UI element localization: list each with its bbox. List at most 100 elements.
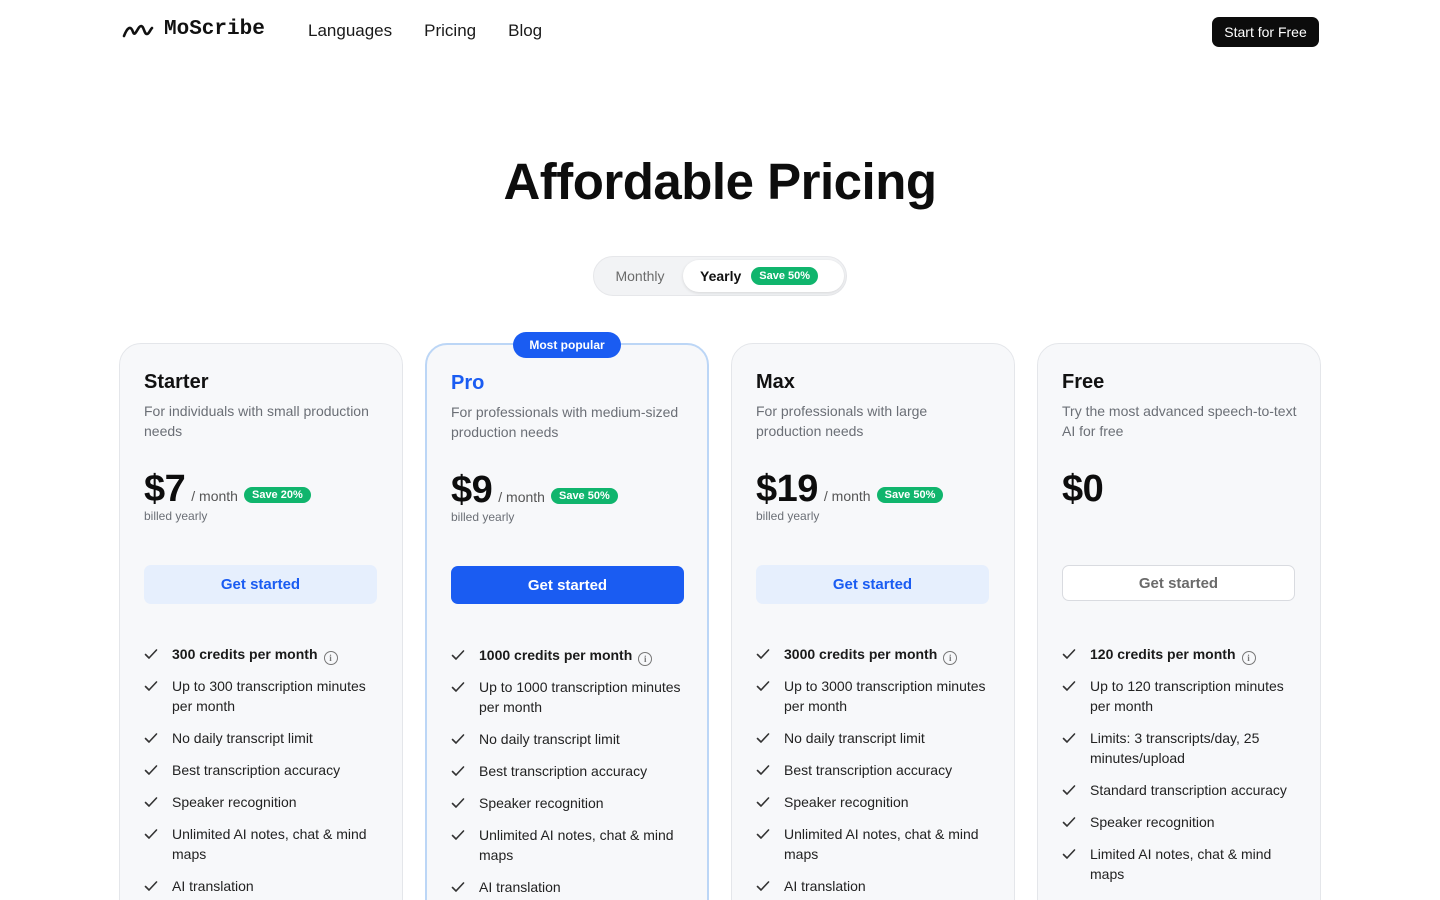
- check-icon: [756, 824, 772, 844]
- get-started-max-button[interactable]: Get started: [756, 565, 989, 604]
- price-period: / month: [823, 488, 871, 504]
- nav-pricing[interactable]: Pricing: [424, 21, 476, 41]
- check-icon: [144, 876, 160, 896]
- get-started-free-button[interactable]: Get started: [1062, 565, 1295, 601]
- price-row: $0: [1062, 468, 1104, 511]
- get-started-starter-button[interactable]: Get started: [144, 565, 377, 604]
- feature-item: No daily transcript limit: [144, 728, 384, 748]
- feature-item: 1000 credits per month i: [451, 645, 691, 666]
- plan-card-pro: Pro For professionals with medium-sized …: [425, 343, 709, 900]
- check-icon: [756, 676, 772, 696]
- plan-description: For individuals with small production ne…: [144, 403, 369, 439]
- feature-item: AI translation: [756, 876, 996, 896]
- feature-item: Up to 1000 transcription minutes per mon…: [451, 677, 691, 717]
- save-badge: Save 50%: [550, 488, 618, 504]
- plan-card-starter: Starter For individuals with small produ…: [119, 343, 403, 900]
- nav-blog[interactable]: Blog: [508, 21, 542, 41]
- check-icon: [144, 760, 160, 780]
- brand-name: MoScribe: [164, 18, 265, 41]
- price-row: $7 / month Save 20%: [144, 468, 311, 511]
- feature-item: Up to 300 transcription minutes per mont…: [144, 676, 384, 716]
- feature-item: Unlimited AI notes, chat & mind maps: [756, 824, 996, 864]
- brand-logo-link[interactable]: MoScribe: [122, 18, 265, 41]
- plan-price: $0: [1062, 468, 1104, 510]
- billing-monthly-option[interactable]: Monthly: [594, 257, 686, 295]
- get-started-pro-button[interactable]: Get started: [451, 566, 684, 604]
- check-icon: [144, 644, 160, 664]
- plan-price: $19: [756, 468, 818, 510]
- feature-list: 300 credits per month i Up to 300 transcr…: [144, 644, 384, 900]
- feature-item: AI translation: [451, 877, 691, 897]
- check-icon: [144, 676, 160, 696]
- price-period: / month: [191, 488, 238, 504]
- feature-list: 120 credits per month i Up to 120 transcr…: [1062, 644, 1302, 896]
- feature-item: 300 credits per month i: [144, 644, 384, 665]
- check-icon: [756, 760, 772, 780]
- plan-name: Starter: [144, 371, 209, 393]
- check-icon: [756, 792, 772, 812]
- feature-item: No daily transcript limit: [756, 728, 996, 748]
- plan-description: For professionals with medium-sized prod…: [451, 404, 679, 440]
- billing-note: billed yearly: [451, 510, 515, 524]
- check-icon: [451, 729, 467, 749]
- feature-list: 3000 credits per month i Up to 3000 trans…: [756, 644, 996, 900]
- save-badge: Save 20%: [243, 487, 311, 503]
- plan-card-max: Max For professionals with large product…: [731, 343, 1015, 900]
- feature-item: Limits: 3 transcripts/day, 25 minutes/up…: [1062, 728, 1302, 768]
- price-row: $9 / month Save 50%: [451, 469, 618, 512]
- billing-note: billed yearly: [144, 509, 208, 523]
- price-period: / month: [498, 489, 545, 505]
- main-nav: Languages Pricing Blog: [308, 21, 542, 41]
- site-header: MoScribe Languages Pricing Blog Start fo…: [0, 0, 1440, 64]
- start-for-free-button[interactable]: Start for Free: [1212, 17, 1319, 47]
- plan-name: Free: [1062, 371, 1105, 393]
- plan-card-free: Free Try the most advanced speech-to-tex…: [1037, 343, 1321, 900]
- check-icon: [1062, 728, 1078, 748]
- check-icon: [451, 877, 467, 897]
- feature-item: Speaker recognition: [1062, 812, 1302, 832]
- feature-item: Speaker recognition: [756, 792, 996, 812]
- check-icon: [756, 644, 772, 664]
- plan-name: Max: [756, 371, 795, 393]
- price-row: $19 / month Save 50%: [756, 468, 944, 511]
- plan-name: Pro: [451, 372, 485, 394]
- save-badge: Save 50%: [876, 487, 944, 503]
- check-icon: [1062, 812, 1078, 832]
- feature-item: Up to 120 transcription minutes per mont…: [1062, 676, 1302, 716]
- feature-item: Speaker recognition: [144, 792, 384, 812]
- plan-description: For professionals with large production …: [756, 403, 928, 439]
- moscribe-logo-icon: [122, 24, 154, 37]
- info-icon[interactable]: i: [943, 651, 958, 665]
- feature-item: Speaker recognition: [451, 793, 691, 813]
- feature-item: No daily transcript limit: [451, 729, 691, 749]
- feature-item: Standard transcription accuracy: [1062, 780, 1302, 800]
- check-icon: [451, 825, 467, 845]
- check-icon: [756, 728, 772, 748]
- feature-item: Best transcription accuracy: [144, 760, 384, 780]
- check-icon: [451, 761, 467, 781]
- nav-languages[interactable]: Languages: [308, 21, 392, 41]
- feature-item: Unlimited AI notes, chat & mind maps: [451, 825, 691, 865]
- plan-price: $7: [144, 468, 186, 510]
- feature-item: Limited AI notes, chat & mind maps: [1062, 844, 1302, 884]
- yearly-label: Yearly: [700, 268, 742, 284]
- feature-item: AI translation: [144, 876, 384, 896]
- feature-list: 1000 credits per month i Up to 1000 trans…: [451, 645, 691, 900]
- check-icon: [144, 728, 160, 748]
- feature-item: 120 credits per month i: [1062, 644, 1302, 665]
- feature-item: Best transcription accuracy: [451, 761, 691, 781]
- billing-yearly-option[interactable]: Yearly Save 50%: [683, 260, 844, 292]
- check-icon: [451, 677, 467, 697]
- check-icon: [144, 824, 160, 844]
- info-icon[interactable]: i: [323, 651, 338, 665]
- check-icon: [1062, 644, 1078, 664]
- info-icon[interactable]: i: [638, 652, 653, 666]
- check-icon: [756, 876, 772, 896]
- billing-note: billed yearly: [756, 509, 820, 523]
- plan-price: $9: [451, 469, 493, 511]
- check-icon: [1062, 844, 1078, 864]
- info-icon[interactable]: i: [1241, 651, 1256, 665]
- most-popular-badge: Most popular: [513, 332, 621, 358]
- check-icon: [144, 792, 160, 812]
- feature-item: 3000 credits per month i: [756, 644, 996, 665]
